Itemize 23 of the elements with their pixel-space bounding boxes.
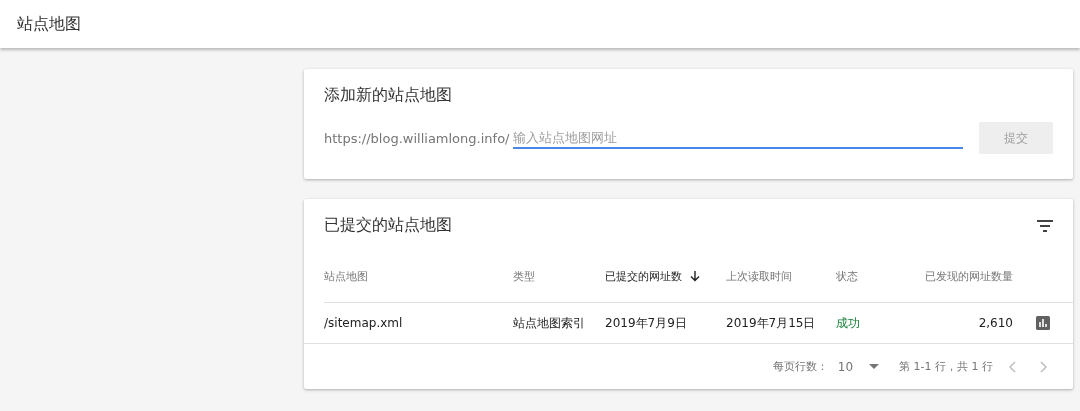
dropdown-caret-icon	[869, 364, 880, 370]
column-header[interactable]: 类型	[513, 268, 535, 284]
table-cell: 站点地图索引	[513, 314, 585, 332]
page-range: 第 1-1 行，共 1 行	[899, 359, 993, 375]
column-header[interactable]: 已发现的网址数量	[925, 268, 1013, 284]
column-header[interactable]: 状态	[836, 268, 858, 284]
card-title: 已提交的站点地图	[324, 215, 452, 237]
column-header[interactable]: 站点地图	[324, 268, 368, 284]
arrow-down-icon	[690, 270, 700, 282]
rows-per-page-select[interactable]: 10	[837, 359, 880, 374]
table-cell: 2019年7月15日	[726, 314, 816, 332]
rows-per-page-label: 每页行数：	[772, 359, 828, 375]
page-title: 站点地图	[17, 13, 81, 35]
chart-icon[interactable]	[1036, 316, 1050, 331]
card-title: 添加新的站点地图	[324, 85, 453, 106]
url-prefix: https://blog.williamlong.info/	[324, 130, 510, 146]
table-cell: 2019年7月9日	[605, 314, 687, 332]
table-cell: 2,610	[978, 316, 1013, 331]
column-header[interactable]: 上次读取时间	[726, 268, 792, 284]
filter-icon[interactable]	[1037, 219, 1053, 232]
column-header[interactable]: 已提交的网址数	[605, 268, 700, 284]
status-text: 成功	[836, 314, 860, 332]
table-cell: /sitemap.xml	[324, 316, 403, 331]
